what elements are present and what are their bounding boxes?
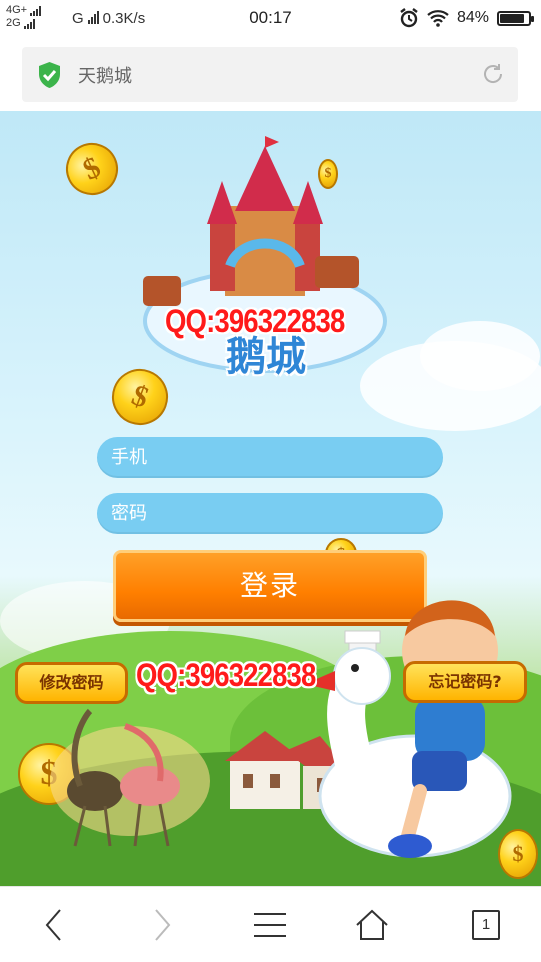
coin-icon: $ bbox=[57, 134, 127, 204]
status-bar: 4G+ 2G G 0.3K/s 00:17 84% bbox=[0, 0, 541, 38]
page-title: 天鹅城 bbox=[78, 66, 132, 87]
back-button[interactable] bbox=[0, 887, 108, 962]
shield-check-icon bbox=[39, 62, 60, 88]
home-icon bbox=[356, 909, 388, 940]
battery-icon bbox=[497, 10, 534, 26]
tab-count: 1 bbox=[481, 916, 491, 933]
battery-percent: 84% bbox=[456, 9, 489, 26]
phone-input[interactable]: 手机 bbox=[97, 437, 443, 478]
tabs-button[interactable]: 1 bbox=[432, 887, 540, 962]
watermark-qq-top: QQ:396322838 bbox=[165, 303, 345, 339]
reload-icon[interactable] bbox=[481, 62, 505, 86]
change-password-button[interactable]: 修改密码 bbox=[15, 662, 128, 704]
tabs-icon: 1 bbox=[472, 910, 500, 940]
birds-illustration bbox=[50, 708, 210, 847]
coin-icon: $ bbox=[318, 159, 338, 189]
browser-nav-bar: 1 bbox=[0, 886, 541, 962]
menu-button[interactable] bbox=[216, 887, 324, 962]
forward-button[interactable] bbox=[108, 887, 216, 962]
goose-boy-illustration bbox=[305, 600, 512, 858]
game-login-screen: 鹅城 $ $ $ $ $ $ $ QQ:396322838 手机 密码 登录 bbox=[0, 111, 541, 886]
alarm-icon bbox=[400, 8, 418, 28]
battery-fill bbox=[500, 13, 524, 23]
status-right: 84% bbox=[399, 8, 534, 28]
back-icon bbox=[45, 909, 61, 941]
wifi-icon bbox=[427, 10, 449, 27]
menu-icon bbox=[254, 913, 286, 937]
forward-icon bbox=[155, 909, 171, 941]
forgot-password-button[interactable]: 忘记密码? bbox=[403, 661, 527, 703]
address-bar[interactable]: 天鹅城 bbox=[22, 47, 518, 102]
home-button[interactable] bbox=[318, 887, 426, 962]
watermark-qq-mid: QQ:396322838 bbox=[136, 657, 316, 693]
cloud bbox=[420, 321, 540, 391]
password-input[interactable]: 密码 bbox=[97, 493, 443, 534]
